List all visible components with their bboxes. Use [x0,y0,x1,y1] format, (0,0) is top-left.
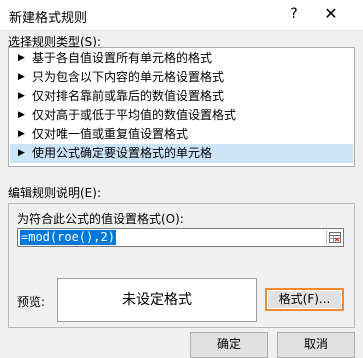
cancel-button[interactable]: 取消 [277,332,355,358]
rule-type-item[interactable]: ▶ 仅对排名靠前或靠后的数值设置格式 [10,87,353,106]
rule-type-item[interactable]: ▶ 仅对唯一值或重复值设置格式 [10,125,353,144]
dialog-title: 新建格式规则 [9,11,88,26]
ok-button[interactable]: 确定 [190,332,268,358]
edit-rule-label: 编辑规则说明(E): [8,186,101,200]
formula-value: =mod(roe(),2) [20,230,116,245]
help-button[interactable]: ? [284,4,304,24]
formula-input[interactable]: =mod(roe(),2) [17,228,344,247]
preview-label: 预览: [17,295,46,309]
format-button[interactable]: 格式(F)... [265,288,344,311]
rule-type-item-selected[interactable]: ▶ 使用公式确定要设置格式的单元格 [10,144,353,163]
range-select-icon [329,232,341,243]
triangle-right-icon: ▶ [18,53,25,63]
triangle-right-icon: ▶ [18,91,25,101]
formula-label: 为符合此公式的值设置格式(O): [17,212,184,226]
rule-type-list[interactable]: ▶ 基于各自值设置所有单元格的格式 ▶ 只为包含以下内容的单元格设置格式 ▶ 仅对排名… [8,47,355,167]
title-bar: 新建格式规则 ? ✕ [0,0,363,31]
rule-type-item[interactable]: ▶ 只为包含以下内容的单元格设置格式 [10,68,353,87]
triangle-right-icon: ▶ [18,148,25,158]
format-preview: 未设定格式 [57,278,257,322]
range-select-button[interactable] [326,230,342,245]
triangle-right-icon: ▶ [18,110,25,120]
rule-type-item[interactable]: ▶ 基于各自值设置所有单元格的格式 [10,49,353,68]
close-button[interactable]: ✕ [316,3,346,25]
rule-type-item[interactable]: ▶ 仅对高于或低于平均值的数值设置格式 [10,106,353,125]
triangle-right-icon: ▶ [18,129,25,139]
triangle-right-icon: ▶ [18,72,25,82]
